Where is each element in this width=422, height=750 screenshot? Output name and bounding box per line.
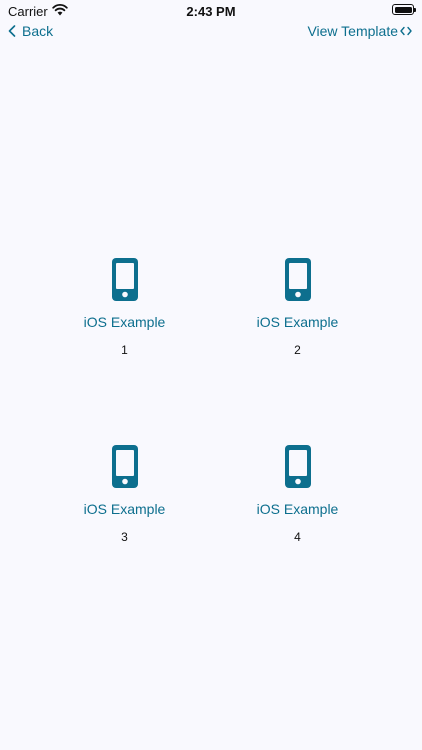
card-title: iOS Example: [256, 314, 339, 330]
example-card-2[interactable]: iOS Example 2: [211, 258, 384, 357]
card-title: iOS Example: [83, 314, 166, 330]
examples-grid: iOS Example 1 iOS Example 2 iOS Example …: [38, 258, 384, 544]
status-time: 2:43 PM: [186, 4, 236, 19]
card-number: 1: [121, 343, 128, 357]
status-bar: Carrier 2:43 PM: [0, 0, 422, 22]
example-card-4[interactable]: iOS Example 4: [211, 445, 384, 544]
card-title: iOS Example: [256, 501, 339, 517]
card-number: 4: [294, 530, 301, 544]
view-template-label: View Template: [307, 23, 398, 39]
card-title: iOS Example: [83, 501, 166, 517]
code-icon: [400, 26, 412, 36]
card-number: 3: [121, 530, 128, 544]
phone-icon: [284, 445, 311, 488]
example-card-1[interactable]: iOS Example 1: [38, 258, 211, 357]
nav-bar: Back View Template: [0, 22, 422, 42]
battery-icon: [392, 4, 416, 15]
view-template-button[interactable]: View Template: [307, 23, 412, 39]
example-card-3[interactable]: iOS Example 3: [38, 445, 211, 544]
back-label: Back: [22, 23, 54, 39]
phone-icon: [111, 258, 138, 301]
chevron-left-icon: [8, 25, 16, 37]
back-button[interactable]: Back: [8, 23, 53, 39]
phone-icon: [284, 258, 311, 301]
phone-icon: [111, 445, 138, 488]
card-number: 2: [294, 343, 301, 357]
